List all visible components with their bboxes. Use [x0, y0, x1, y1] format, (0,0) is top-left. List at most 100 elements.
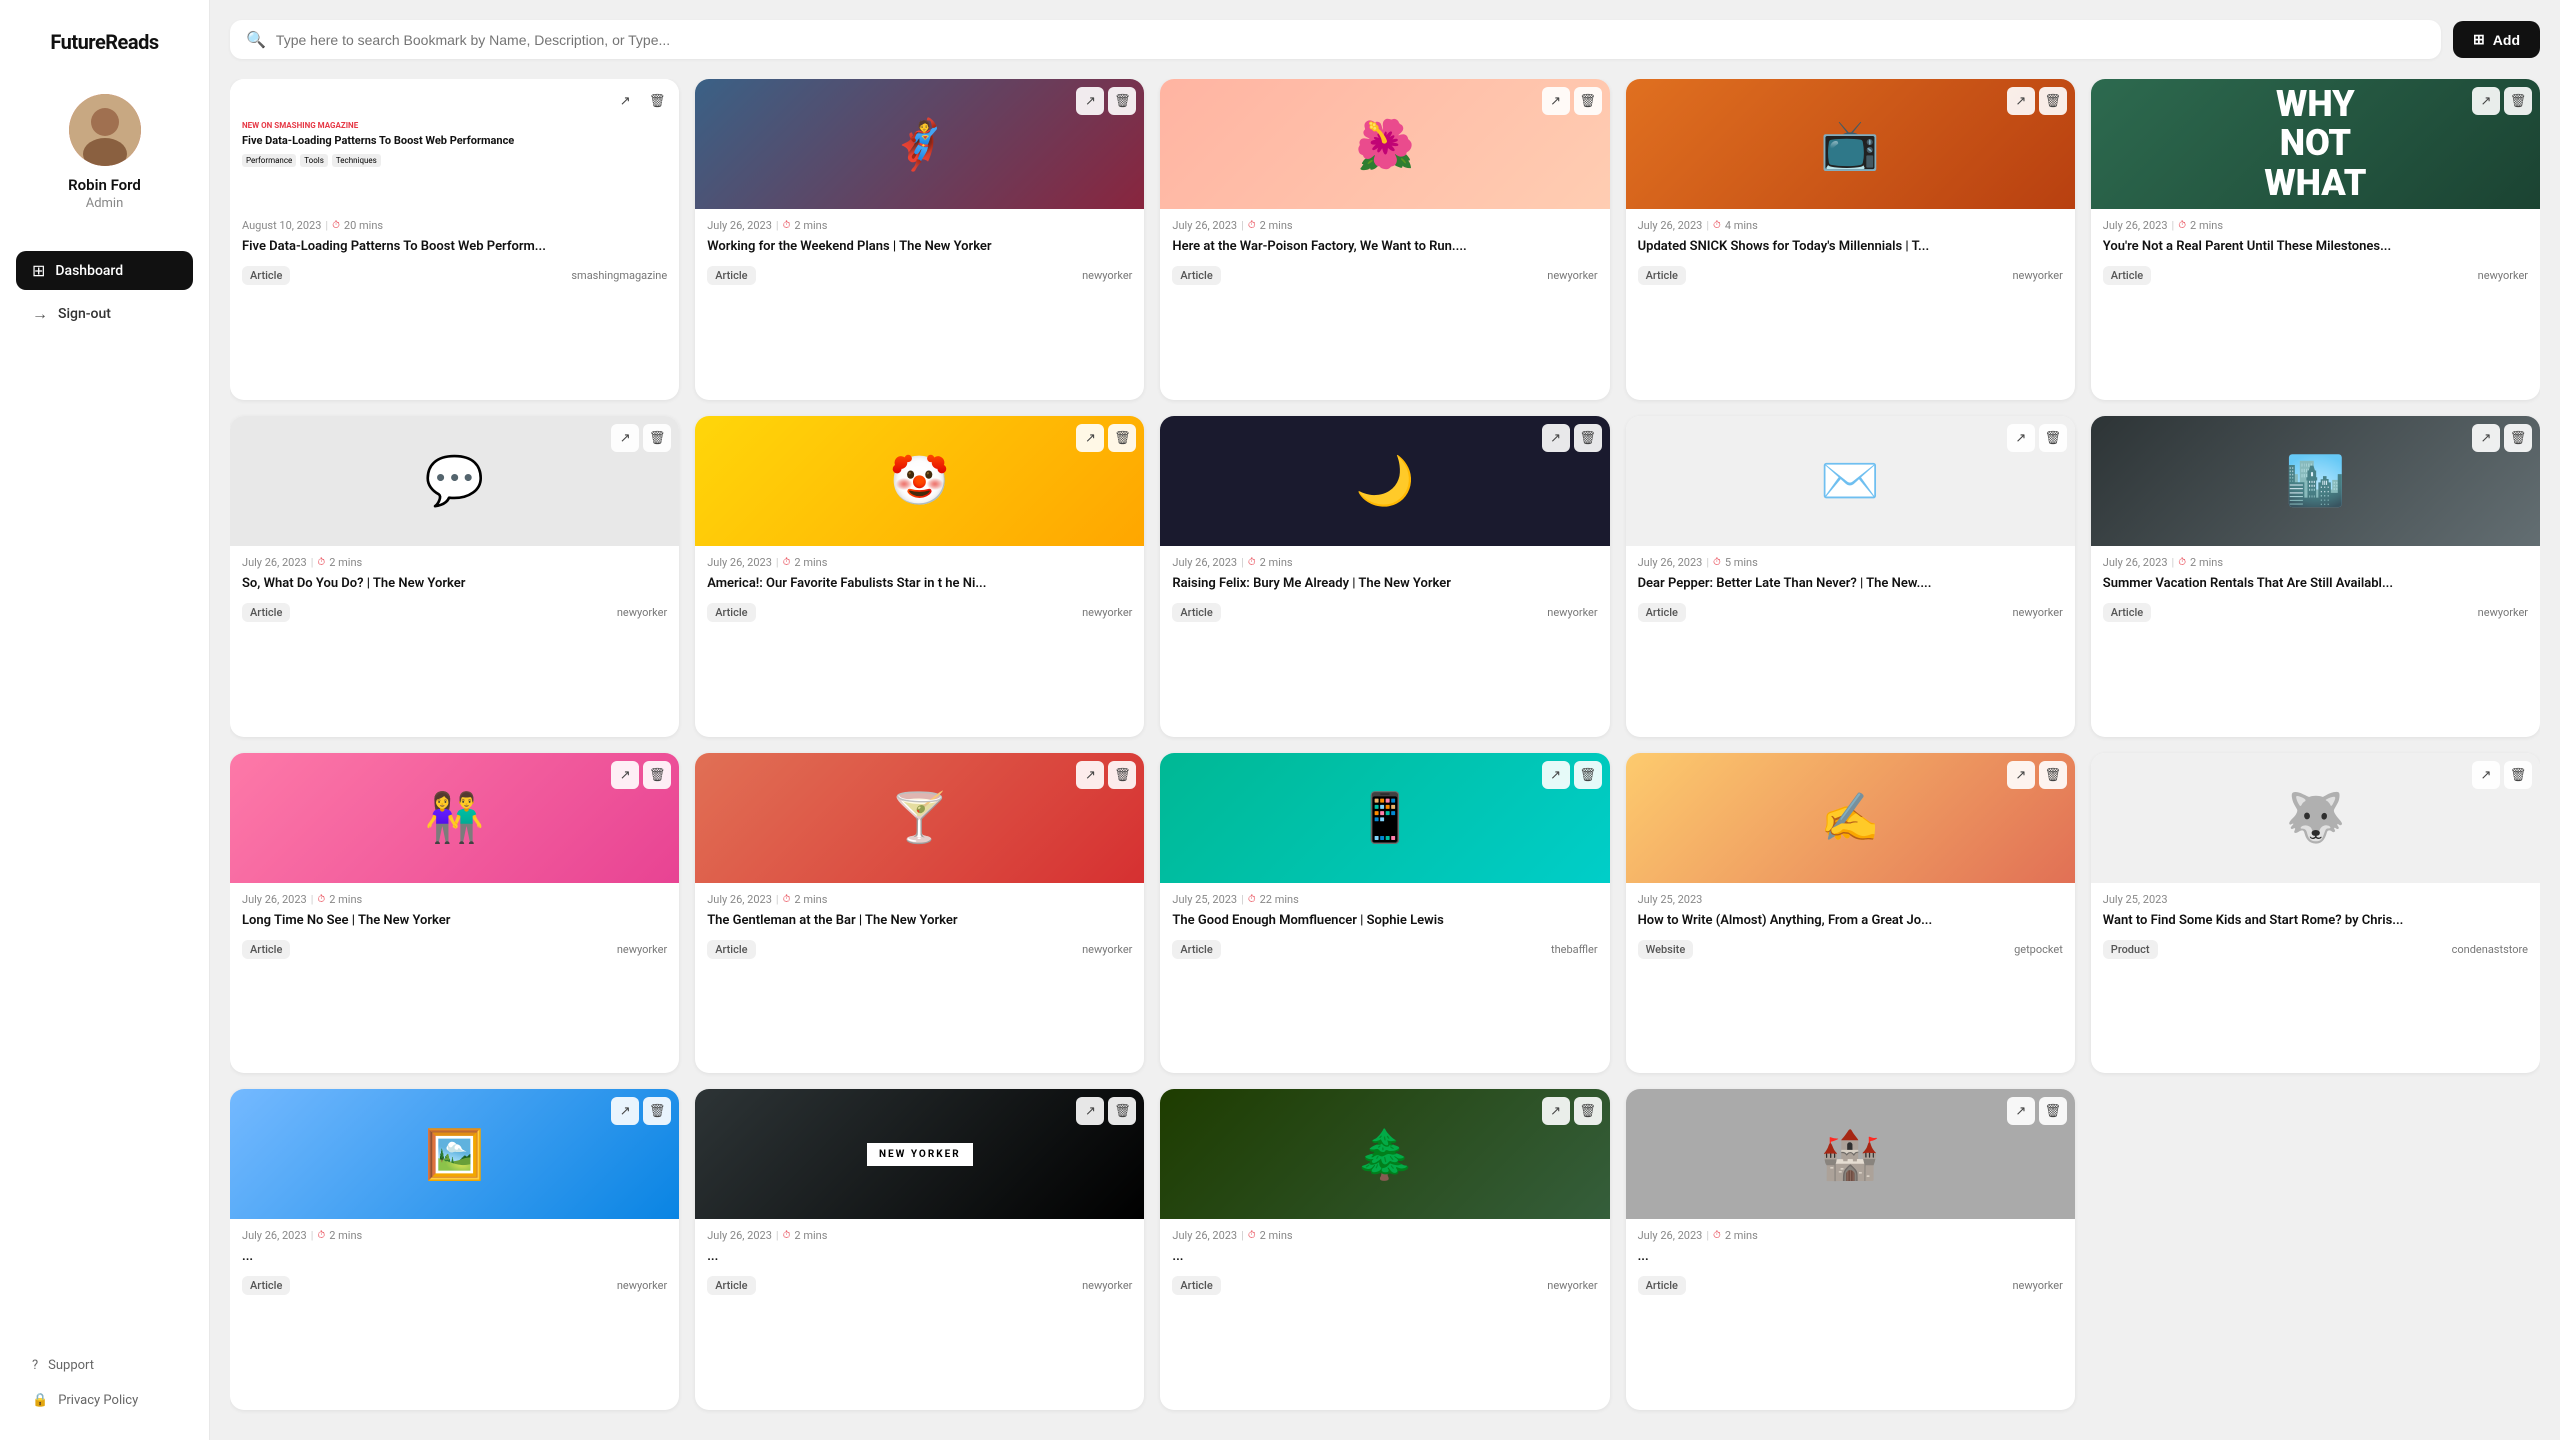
card-share-button[interactable]: ↗ — [1076, 424, 1104, 452]
card-source[interactable]: condenaststore — [2452, 943, 2528, 956]
card-item: 🏰 ↗ 🗑 July 26, 2023 | ⏱ 2 mins ... Artic… — [1626, 1089, 2075, 1410]
card-share-button[interactable]: ↗ — [1076, 761, 1104, 789]
card-share-button[interactable]: ↗ — [1542, 1097, 1570, 1125]
card-delete-button[interactable]: 🗑 — [2039, 424, 2067, 452]
card-source[interactable]: newyorker — [1082, 1279, 1132, 1292]
card-actions: ↗ 🗑 — [2007, 87, 2067, 115]
card-delete-button[interactable]: 🗑 — [2504, 761, 2532, 789]
card-source[interactable]: newyorker — [1547, 269, 1597, 282]
card-source[interactable]: newyorker — [1547, 1279, 1597, 1292]
card-actions: ↗ 🗑 — [1542, 761, 1602, 789]
meta-separator: | — [311, 893, 314, 906]
user-role: Admin — [86, 196, 124, 211]
card-delete-button[interactable]: 🗑 — [1108, 424, 1136, 452]
card-delete-button[interactable]: 🗑 — [1574, 87, 1602, 115]
card-source[interactable]: newyorker — [2478, 606, 2528, 619]
card-share-button[interactable]: ↗ — [2007, 424, 2035, 452]
card-share-button[interactable]: ↗ — [2472, 87, 2500, 115]
card-share-button[interactable]: ↗ — [1542, 424, 1570, 452]
card-share-button[interactable]: ↗ — [2007, 1097, 2035, 1125]
card-share-button[interactable]: ↗ — [2007, 87, 2035, 115]
card-source[interactable]: newyorker — [1082, 606, 1132, 619]
card-share-button[interactable]: ↗ — [2007, 761, 2035, 789]
card-image-wrapper: ✉️ ↗ 🗑 — [1626, 416, 2075, 546]
card-source[interactable]: getpocket — [2014, 943, 2063, 956]
card-delete-button[interactable]: 🗑 — [1108, 761, 1136, 789]
card-actions: ↗ 🗑 — [611, 1097, 671, 1125]
card-share-button[interactable]: ↗ — [1076, 1097, 1104, 1125]
card-source[interactable]: newyorker — [2478, 269, 2528, 282]
card-source[interactable]: newyorker — [617, 1279, 667, 1292]
card-delete-button[interactable]: 🗑 — [643, 87, 671, 115]
card-tag: Website — [1638, 940, 1694, 959]
card-image-wrapper: 📱 ↗ 🗑 — [1160, 753, 1609, 883]
card-meta: August 10, 2023 | ⏱ 20 mins — [242, 219, 667, 232]
card-delete-button[interactable]: 🗑 — [643, 761, 671, 789]
card-share-button[interactable]: ↗ — [2472, 761, 2500, 789]
card-delete-button[interactable]: 🗑 — [643, 424, 671, 452]
meta-separator: | — [776, 1229, 779, 1242]
card-meta: July 26, 2023 | ⏱ 2 mins — [707, 219, 1132, 232]
meta-separator: | — [1706, 219, 1709, 232]
card-image-wrapper: NEW YORKER ↗ 🗑 — [695, 1089, 1144, 1219]
card-date: July 26, 2023 — [707, 219, 772, 232]
sidebar-item-dashboard[interactable]: ⊞ Dashboard — [16, 251, 193, 290]
card-share-button[interactable]: ↗ — [1076, 87, 1104, 115]
card-share-button[interactable]: ↗ — [611, 87, 639, 115]
card-source[interactable]: newyorker — [1082, 269, 1132, 282]
card-share-button[interactable]: ↗ — [1542, 87, 1570, 115]
card-source[interactable]: thebaffler — [1551, 943, 1598, 956]
privacy-label: Privacy Policy — [58, 1393, 138, 1408]
card-meta: July 26, 2023 | ⏱ 2 mins — [242, 1229, 667, 1242]
card-image-wrapper: 👫 ↗ 🗑 — [230, 753, 679, 883]
meta-separator: | — [1241, 556, 1244, 569]
time-icon: ⏱ — [317, 894, 325, 905]
card-source[interactable]: newyorker — [2012, 1279, 2062, 1292]
card-share-button[interactable]: ↗ — [611, 424, 639, 452]
card-delete-button[interactable]: 🗑 — [1574, 761, 1602, 789]
card-title: You're Not a Real Parent Until These Mil… — [2103, 238, 2528, 256]
time-icon: ⏱ — [317, 1230, 325, 1241]
card-source[interactable]: newyorker — [2012, 269, 2062, 282]
add-button[interactable]: ⊞ Add — [2453, 21, 2540, 58]
card-delete-button[interactable]: 🗑 — [643, 1097, 671, 1125]
card-share-button[interactable]: ↗ — [1542, 761, 1570, 789]
search-input[interactable] — [276, 32, 2425, 48]
card-read-time: 2 mins — [794, 219, 827, 232]
card-share-button[interactable]: ↗ — [611, 761, 639, 789]
card-delete-button[interactable]: 🗑 — [2039, 87, 2067, 115]
card-source[interactable]: newyorker — [617, 943, 667, 956]
card-source[interactable]: newyorker — [1547, 606, 1597, 619]
card-title: Here at the War-Poison Factory, We Want … — [1172, 238, 1597, 256]
card-source[interactable]: smashingmagazine — [571, 269, 667, 282]
card-delete-button[interactable]: 🗑 — [2504, 424, 2532, 452]
card-delete-button[interactable]: 🗑 — [1108, 87, 1136, 115]
time-icon: ⏱ — [783, 557, 791, 568]
card-delete-button[interactable]: 🗑 — [1574, 424, 1602, 452]
card-meta: July 26, 2023 | ⏱ 2 mins — [242, 556, 667, 569]
card-image-wrapper: 🤡 ↗ 🗑 — [695, 416, 1144, 546]
card-delete-button[interactable]: 🗑 — [1108, 1097, 1136, 1125]
card-body: July 25, 2023 Want to Find Some Kids and… — [2091, 883, 2540, 971]
card-source[interactable]: newyorker — [617, 606, 667, 619]
card-meta: July 25, 2023 — [1638, 893, 2063, 906]
card-date: July 26, 2023 — [1638, 556, 1703, 569]
card-delete-button[interactable]: 🗑 — [2039, 761, 2067, 789]
card-source[interactable]: newyorker — [2012, 606, 2062, 619]
sidebar-item-signout[interactable]: → Sign-out — [16, 294, 193, 334]
card-share-button[interactable]: ↗ — [2472, 424, 2500, 452]
sidebar-item-support[interactable]: ? Support — [16, 1350, 193, 1381]
card-delete-button[interactable]: 🗑 — [1574, 1097, 1602, 1125]
card-source[interactable]: newyorker — [1082, 943, 1132, 956]
card-date: July 26, 2023 — [242, 556, 307, 569]
card-tag: Article — [707, 1276, 755, 1295]
card-delete-button[interactable]: 🗑 — [2504, 87, 2532, 115]
card-date: August 10, 2023 — [242, 219, 321, 232]
card-read-time: 2 mins — [1260, 1229, 1293, 1242]
sidebar-item-privacy-policy[interactable]: 🔒 Privacy Policy — [16, 1385, 193, 1416]
card-share-button[interactable]: ↗ — [611, 1097, 639, 1125]
card-delete-button[interactable]: 🗑 — [2039, 1097, 2067, 1125]
card-body: July 25, 2023 | ⏱ 22 mins The Good Enoug… — [1160, 883, 1609, 971]
card-tag: Article — [1172, 1276, 1220, 1295]
card-read-time: 2 mins — [1260, 219, 1293, 232]
